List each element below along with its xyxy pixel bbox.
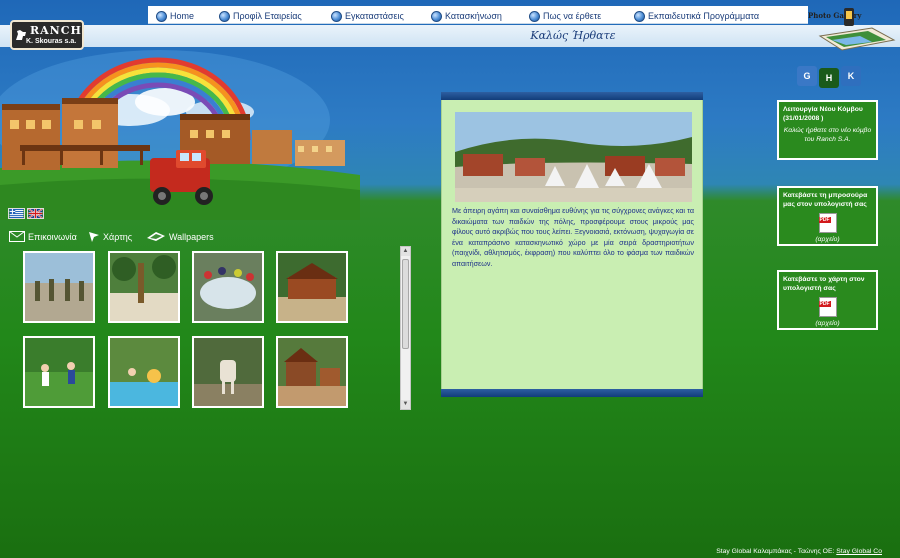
horse-icon [16,30,26,40]
map-download-box: Κατεβάστε το χάρτη στον υπολογιστή σας (… [777,270,878,330]
pdf-icon[interactable] [818,213,837,233]
nav-bullet-icon [331,10,342,22]
thumb-image [25,338,93,406]
nav-camping[interactable]: Κατασκήνωση [431,8,502,24]
greek-flag-icon[interactable] [8,208,25,219]
gallery-thumb-5[interactable] [23,336,95,408]
nav-bullet-icon [529,10,540,22]
map-file-link[interactable]: (αρχείο) [783,320,872,327]
scroll-thumb[interactable] [402,259,409,349]
picture-icon [147,232,165,241]
nav-directions[interactable]: Πως να έρθετε [529,8,601,24]
brochure-file-link[interactable]: (αρχείο) [783,236,872,243]
news-body: Καλώς ήρθατε στο νέο κόμβο του Ranch S.A… [783,127,872,143]
pdf-icon[interactable] [818,297,837,317]
camp-photo [455,112,692,202]
thumb-image [278,338,346,406]
news-title: Λειτουργία Νέου Κόμβου (31/01/2008 ) [783,106,863,122]
social-h-icon[interactable]: H [819,68,839,88]
nav-home[interactable]: Home [156,8,194,24]
nav-profile[interactable]: Προφίλ Εταιρείας [219,8,302,24]
sub-strip [0,25,900,47]
thumb-image [194,253,262,321]
social-g-icon[interactable]: G [797,66,817,86]
brochure-box: Κατεβάστε τη μπροσούρα μας στον υπολογισ… [777,186,878,246]
photo-gallery-link[interactable]: Photo Gallery [802,6,900,56]
gallery-thumb-8[interactable] [276,336,348,408]
welcome-title: Καλώς Ήρθατε [530,29,616,42]
scroll-up-icon[interactable]: ▲ [401,247,410,256]
footer-link[interactable]: Stay Global Co [836,548,882,555]
map-link[interactable]: Χάρτης [88,231,132,243]
gallery-scrollbar[interactable]: ▲ ▼ [400,246,411,410]
nav-bullet-icon [634,10,645,22]
thumb-image [194,338,262,406]
thumb-image [110,253,178,321]
gallery-thumb-1[interactable] [23,251,95,323]
panel-bottom-bar [441,389,703,397]
hero-illustration [0,50,360,220]
gallery-thumb-7[interactable] [192,336,264,408]
envelope-icon [9,231,25,242]
gallery-thumb-2[interactable] [108,251,180,323]
brochure-title: Κατεβάστε τη μπροσούρα μας στον υπολογισ… [783,192,868,208]
intro-text: Με άπειρη αγάπη και συναίσθημα ευθύνης γ… [452,206,694,268]
ranch-logo[interactable]: RANCH K. Skouras s.a. [10,20,84,50]
map-download-title: Κατεβάστε το χάρτη στον υπολογιστή σας [783,276,865,292]
language-flags [8,208,44,219]
thumb-image [25,253,93,321]
nav-bullet-icon [219,10,230,22]
footer-text: Stay Global Καλαμπάκας - Ταώνης ΟΕ: [716,548,835,555]
panel-top-bar [441,92,703,100]
photo-gallery-icon [818,8,896,51]
scroll-down-icon[interactable]: ▼ [401,400,410,409]
wallpapers-link[interactable]: Wallpapers [146,231,214,242]
gallery-thumb-4[interactable] [276,251,348,323]
map-pointer-icon [89,232,99,242]
news-box: Λειτουργία Νέου Κόμβου (31/01/2008 ) Καλ… [777,100,878,160]
thumb-image [278,253,346,321]
thumb-image [110,338,178,406]
nav-education[interactable]: Εκπαιδευτικά Προγράμματα [634,8,759,24]
social-k-icon[interactable]: K [841,66,861,86]
social-icons: G H K [797,66,861,88]
gallery-thumb-3[interactable] [192,251,264,323]
nav-facilities[interactable]: Εγκαταστάσεις [331,8,404,24]
gallery-thumb-6[interactable] [108,336,180,408]
uk-flag-icon[interactable] [27,208,44,219]
nav-bullet-icon [431,10,442,22]
footer: Stay Global Καλαμπάκας - Ταώνης ΟΕ: Stay… [716,548,882,555]
nav-bullet-icon [156,10,167,22]
content-panel: Με άπειρη αγάπη και συναίσθημα ευθύνης γ… [441,92,703,397]
contact-link[interactable]: Επικοινωνία [9,231,77,242]
